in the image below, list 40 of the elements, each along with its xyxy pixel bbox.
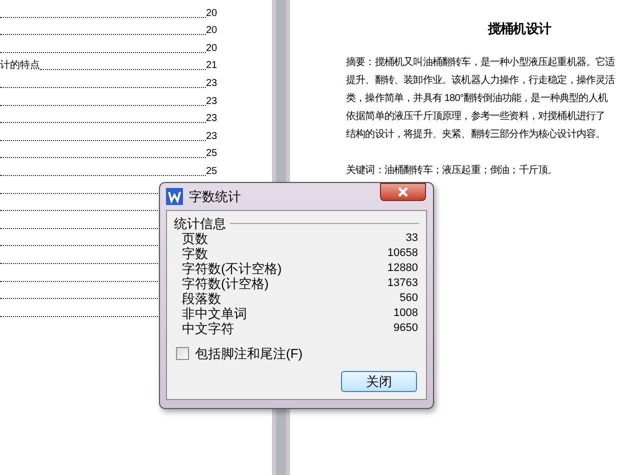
abstract-line: 摘要：搅桶机又叫油桶翻转车，是一种小型液压起重机器。它适 — [346, 56, 616, 70]
stat-value: 9650 — [394, 321, 418, 336]
abstract-line: 结构的设计，将提升、夹紧、翻转三部分作为核心设计内容。 — [346, 128, 606, 142]
stat-value: 1008 — [394, 306, 418, 321]
stat-label: 段落数 — [182, 291, 221, 306]
stat-value: 10658 — [387, 246, 418, 261]
toc-page-number: 23 — [206, 78, 218, 90]
abstract-line: 依据简单的液压千斤顶原理，参考一些资料，对搅桶机进行了 — [346, 110, 606, 124]
stat-label: 字符数(不计空格) — [182, 261, 282, 276]
close-button[interactable] — [380, 183, 426, 201]
toc-page-number: 23 — [206, 96, 218, 108]
stat-value: 13763 — [387, 276, 418, 291]
toc-page-number: 20 — [206, 25, 218, 38]
toc-page-number: 25 — [206, 148, 218, 160]
stat-value: 33 — [406, 231, 418, 246]
stat-value: 560 — [400, 291, 418, 306]
toc-page-number: 21 — [206, 60, 218, 72]
abstract-line: 提升、翻转、装卸作业。该机器人力操作，行走稳定，操作灵活 — [346, 74, 616, 88]
stat-label: 页数 — [182, 231, 208, 246]
stat-label: 字数 — [182, 246, 208, 261]
keywords-text: 关键词：油桶翻转车；液压起重；倒油；千斤顶。 — [346, 164, 558, 178]
toc-page-number: 23 — [206, 130, 218, 143]
document-title: 搅桶机设计 — [488, 21, 552, 39]
dialog-title: 字数统计 — [189, 188, 241, 206]
stat-value: 12880 — [387, 261, 418, 276]
checkbox-label: 包括脚注和尾注(F) — [195, 345, 303, 363]
abstract-line: 类，操作简单，并具有 180°翻转倒油功能，是一种典型的人机 — [346, 92, 609, 106]
group-label: 统计信息 — [174, 216, 226, 231]
toc-page-number: 20 — [206, 8, 218, 20]
stat-label: 字符数(计空格) — [182, 276, 269, 291]
stat-label: 中文字符 — [182, 321, 234, 336]
toc-page-number: 20 — [206, 42, 218, 55]
checkbox[interactable] — [176, 347, 189, 360]
toc-page-number: 23 — [206, 113, 218, 126]
toc-page-number: 25 — [206, 166, 218, 178]
stat-label: 非中文单词 — [182, 306, 247, 321]
app-logo-icon — [166, 188, 183, 205]
toc-entry-title: 计的特点 — [0, 60, 40, 72]
close-icon — [397, 187, 409, 197]
close-dialog-button[interactable]: 关闭 — [341, 371, 417, 392]
